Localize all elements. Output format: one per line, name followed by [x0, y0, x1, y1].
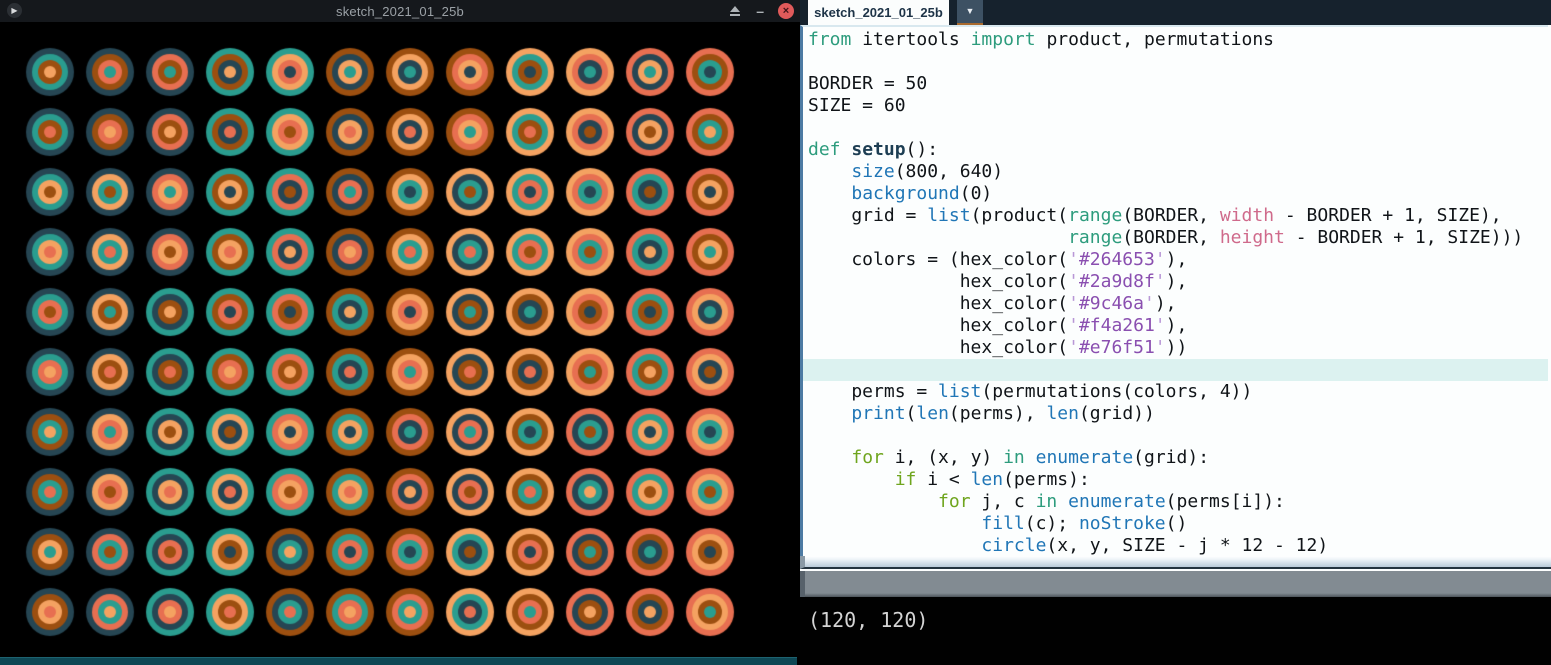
window-bottom-edge — [0, 657, 797, 665]
code-line[interactable]: for j, c in enumerate(perms[i]): — [803, 491, 1548, 513]
sketch-window: ▶ sketch_2021_01_25b – × — [0, 0, 800, 665]
code-line[interactable]: for i, (x, y) in enumerate(grid): — [803, 447, 1548, 469]
code-area[interactable]: from itertools import product, permutati… — [800, 25, 1548, 556]
code-line[interactable]: circle(x, y, SIZE - j * 12 - 12) — [803, 535, 1548, 556]
window-title: sketch_2021_01_25b — [336, 3, 464, 19]
console-text: (120, 120) — [808, 608, 929, 632]
code-line[interactable]: size(800, 640) — [803, 161, 1548, 183]
code-line[interactable]: range(BORDER, height - BORDER + 1, SIZE)… — [803, 227, 1548, 249]
horizontal-scrollbar[interactable] — [800, 556, 1551, 569]
code-line[interactable]: hex_color('#9c46a'), — [803, 293, 1548, 315]
code-line[interactable]: def setup(): — [803, 139, 1548, 161]
code-line[interactable] — [803, 425, 1548, 447]
code-line[interactable]: grid = list(product(range(BORDER, width … — [803, 205, 1548, 227]
close-button[interactable]: × — [778, 3, 794, 19]
code-line[interactable]: hex_color('#f4a261'), — [803, 315, 1548, 337]
code-line[interactable] — [803, 359, 1548, 381]
shade-button[interactable] — [729, 5, 742, 18]
code-line[interactable]: SIZE = 60 — [803, 95, 1548, 117]
editor-tabbar: sketch_2021_01_25b ▼ — [800, 0, 1551, 25]
editor-window: sketch_2021_01_25b ▼ from itertools impo… — [800, 0, 1551, 665]
code-line[interactable]: hex_color('#e76f51')) — [803, 337, 1548, 359]
code-line[interactable]: colors = (hex_color('#264653'), — [803, 249, 1548, 271]
tab-dropdown-button[interactable]: ▼ — [957, 0, 983, 25]
code-line[interactable]: print(len(perms), len(grid)) — [803, 403, 1548, 425]
window-controls: – × — [729, 0, 794, 22]
code-line[interactable]: background(0) — [803, 183, 1548, 205]
minimize-button[interactable]: – — [756, 0, 764, 22]
tab-sketch[interactable]: sketch_2021_01_25b — [808, 0, 949, 25]
sketch-canvas — [0, 22, 800, 662]
eject-icon — [730, 5, 741, 12]
code-line[interactable]: perms = list(permutations(colors, 4)) — [803, 381, 1548, 403]
pane-divider-sash[interactable] — [800, 571, 1551, 597]
code-line[interactable]: fill(c); noStroke() — [803, 513, 1548, 535]
code-line[interactable]: BORDER = 50 — [803, 73, 1548, 95]
code-line[interactable]: hex_color('#2a9d8f'), — [803, 271, 1548, 293]
code-line[interactable] — [803, 51, 1548, 73]
code-line[interactable] — [803, 117, 1548, 139]
console-output[interactable]: (120, 120) — [800, 597, 1551, 665]
chevron-down-icon: ▼ — [965, 6, 975, 16]
sketch-window-titlebar[interactable]: ▶ sketch_2021_01_25b – × — [0, 0, 800, 22]
desktop: ▶ sketch_2021_01_25b – × sketch_2021_01_… — [0, 0, 1551, 665]
code-line[interactable]: if i < len(perms): — [803, 469, 1548, 491]
code-line[interactable]: from itertools import product, permutati… — [803, 29, 1548, 51]
